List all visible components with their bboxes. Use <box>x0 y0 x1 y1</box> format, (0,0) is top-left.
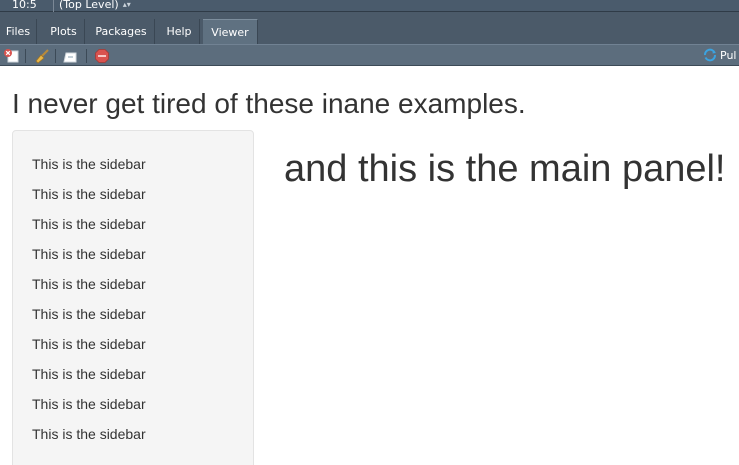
remove-viewer-icon[interactable] <box>3 48 19 64</box>
main-panel-heading: and this is the main panel! <box>284 148 726 190</box>
tab-files[interactable]: Files <box>0 19 37 44</box>
sidebar-item: This is the sidebar <box>32 396 146 412</box>
sidebar-list: This is the sidebar This is the sidebar … <box>32 149 146 449</box>
sidebar-panel: This is the sidebar This is the sidebar … <box>12 130 254 465</box>
cursor-position: 10:5 <box>12 0 37 11</box>
updown-arrows-icon: ▴▾ <box>122 0 131 9</box>
export-icon[interactable] <box>63 48 79 64</box>
sidebar-item: This is the sidebar <box>32 306 146 322</box>
sidebar-item: This is the sidebar <box>32 186 146 202</box>
sidebar-item: This is the sidebar <box>32 216 146 232</box>
broom-icon[interactable] <box>34 48 50 64</box>
sidebar-item: This is the sidebar <box>32 336 146 352</box>
sidebar-item: This is the sidebar <box>32 426 146 442</box>
sidebar-item: This is the sidebar <box>32 366 146 382</box>
sidebar-item: This is the sidebar <box>32 276 146 292</box>
scope-label: (Top Level) <box>59 0 119 11</box>
viewer-toolbar: Pul <box>0 44 739 66</box>
sidebar-item: This is the sidebar <box>32 156 146 172</box>
toolbar-divider <box>25 49 26 63</box>
tab-packages[interactable]: Packages <box>88 19 155 44</box>
sidebar-item: This is the sidebar <box>32 246 146 262</box>
publish-button[interactable]: Pul <box>703 48 736 64</box>
scope-selector[interactable]: (Top Level) ▴▾ <box>59 0 131 10</box>
status-divider <box>53 0 54 12</box>
tab-plots[interactable]: Plots <box>43 19 85 44</box>
toolbar-divider <box>86 49 87 63</box>
stop-icon[interactable] <box>94 48 110 64</box>
tab-help[interactable]: Help <box>159 19 200 44</box>
publish-label: Pul <box>720 49 737 62</box>
publish-icon <box>704 48 716 62</box>
status-strip: 10:5 (Top Level) ▴▾ <box>0 0 739 12</box>
viewer-pane: I never get tired of these inane example… <box>0 66 739 465</box>
page-title: I never get tired of these inane example… <box>12 88 526 119</box>
tab-viewer[interactable]: Viewer <box>203 19 258 44</box>
toolbar-divider <box>55 49 56 63</box>
